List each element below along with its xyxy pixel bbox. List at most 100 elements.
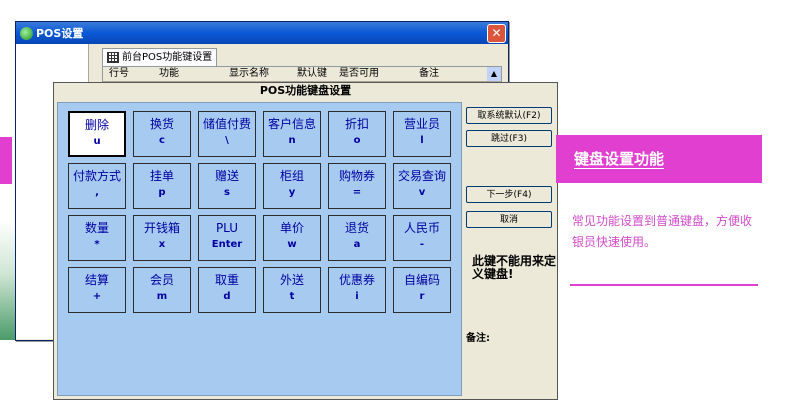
key-code: - [419,239,425,250]
key-name: 取重 [214,273,239,287]
note-label: 备注: [466,333,490,344]
key-name: 付款方式 [72,169,121,183]
function-key[interactable]: 退货 a [328,215,386,261]
skip-button[interactable]: 跳过(F3) [466,130,552,147]
function-key[interactable]: 会员 m [133,267,191,313]
close-icon: ✕ [491,26,502,40]
key-code: p [158,187,166,198]
key-code: w [287,239,297,250]
function-key[interactable]: 付款方式, [68,163,126,209]
scroll-up-arrow-icon[interactable]: ▲ [487,67,501,81]
key-code: l [420,135,424,146]
function-key[interactable]: 客户信息 n [263,111,321,157]
function-key[interactable]: 储值付费 \ [198,111,256,157]
tab-pos-function-keys[interactable]: 前台POS功能键设置 [102,48,218,66]
function-key[interactable]: 赠送 s [198,163,256,209]
key-code: i [355,291,359,302]
key-code: \ [225,135,229,146]
function-key[interactable]: 交易查询 v [393,163,451,209]
key-code: d [223,291,231,302]
key-name: 数量 [84,221,109,235]
promo-divider [570,284,758,286]
function-key[interactable]: PLU Enter [198,215,256,261]
function-key[interactable]: 人民币 - [393,215,451,261]
key-name: 外送 [279,273,304,287]
function-key[interactable]: 折扣 o [328,111,386,157]
key-code: t [289,291,295,302]
key-name: 开钱箱 [143,221,180,235]
tab-label: 前台POS功能键设置 [122,52,213,63]
key-name: 人民币 [403,221,440,235]
system-default-button[interactable]: 取系统默认(F2) [466,107,552,124]
key-name: 退货 [344,221,369,235]
key-name: 储值付费 [202,117,251,131]
function-key[interactable]: 开钱箱 x [133,215,191,261]
col-header[interactable]: 行号 [109,67,129,81]
key-name: 结算 [84,273,109,287]
key-code: x [158,239,166,250]
key-name: 自编码 [403,273,440,287]
function-key[interactable]: 单价 w [263,215,321,261]
function-key[interactable]: 购物券 = [328,163,386,209]
col-header[interactable]: 默认键 [297,67,327,81]
function-key[interactable]: 删除 u [68,111,126,157]
key-warning-text: 此键不能用来定义键盘! [472,254,557,281]
key-name: 换货 [149,117,174,131]
key-name: 交易查询 [397,169,446,183]
function-key[interactable]: 外送 t [263,267,321,313]
function-key[interactable]: 优惠券 i [328,267,386,313]
key-name: 优惠券 [338,273,375,287]
window-title: POS设置 [36,27,84,40]
key-code: r [419,291,425,302]
key-code: Enter [211,239,243,250]
keyboard-settings-dialog: POS功能键盘设置 删除 u 换货 c 储值付费 \ 客户信息 n 折扣 o 营业员 l 付款方式, 挂单… [53,82,558,400]
next-button[interactable]: 下一步(F4) [466,186,552,203]
col-header[interactable]: 备注 [419,67,439,81]
key-name: 挂单 [149,169,174,183]
key-code: y [288,187,296,198]
dialog-title: POS功能键盘设置 [259,84,352,97]
left-accent-bar [0,137,12,184]
col-header[interactable]: 功能 [159,67,179,81]
key-code: c [159,135,165,146]
function-key[interactable]: 结算 + [68,267,126,313]
app-icon [20,26,33,40]
key-code: o [353,135,361,146]
function-key[interactable]: 数量 * [68,215,126,261]
key-code: m [156,291,168,302]
table-header: 行号 功能 显示名称 默认键 是否可用 备注 ▲ [103,67,501,82]
key-name: 删除 [84,118,109,132]
key-name: 会员 [149,273,174,287]
key-code: u [93,136,101,147]
function-key[interactable]: 换货 c [133,111,191,157]
key-grid: 删除 u 换货 c 储值付费 \ 客户信息 n 折扣 o 营业员 l 付款方式, 挂单 p 赠送 s 柜组 y 购物券… [57,102,462,396]
promo-title: 键盘设置功能 [574,150,665,169]
key-name: 客户信息 [267,117,316,131]
function-key[interactable]: 柜组 y [263,163,321,209]
function-key[interactable]: 挂单 p [133,163,191,209]
promo-description: 常见功能设置到普通键盘，方便收银员快速使用。 [572,214,753,249]
cancel-button[interactable]: 取消 [466,211,552,228]
function-key[interactable]: 自编码 r [393,267,451,313]
key-code: = [352,187,362,198]
key-name: 单价 [279,221,304,235]
key-code: * [94,239,100,250]
key-code: s [224,187,230,198]
key-name: 赠送 [214,169,239,183]
function-key[interactable]: 取重 d [198,267,256,313]
key-name: PLU [215,221,239,235]
key-code: + [92,291,102,302]
key-name: 购物券 [338,169,375,183]
key-code: a [353,239,361,250]
close-button[interactable]: ✕ [487,24,506,43]
key-code: , [95,187,99,198]
key-code: v [418,187,426,198]
key-name: 折扣 [344,117,369,131]
col-header[interactable]: 显示名称 [229,67,269,81]
function-key[interactable]: 营业员 l [393,111,451,157]
key-name: 营业员 [403,117,440,131]
window-titlebar[interactable]: POS设置 [16,22,508,44]
key-code: n [288,135,296,146]
grid-icon [107,52,119,63]
col-header[interactable]: 是否可用 [339,67,379,81]
